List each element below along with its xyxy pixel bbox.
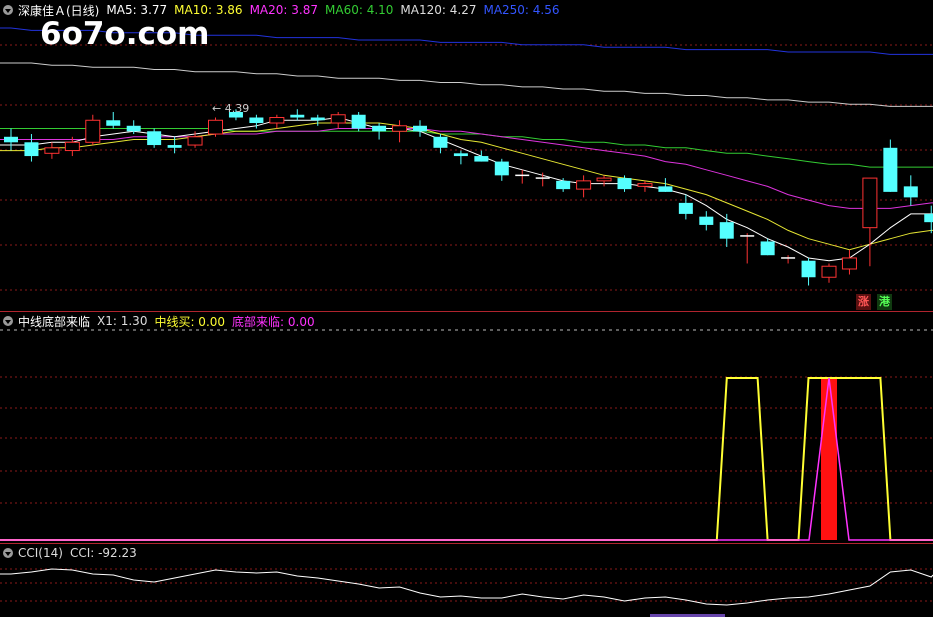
candle-down [678, 202, 693, 214]
candle-up [330, 114, 346, 124]
buy-label: 中线买: 0.00 [154, 314, 226, 329]
ma60-label: MA60: 4.10 [325, 3, 394, 17]
candle-up [862, 177, 878, 229]
collapse-arrow-icon[interactable] [3, 548, 13, 558]
ma250-label: MA250: 4.56 [483, 3, 560, 17]
candle-down [106, 120, 121, 126]
line-ma5 [0, 116, 933, 262]
candle-down [903, 186, 918, 198]
candle-down [433, 136, 448, 148]
candle-up [576, 180, 592, 190]
candle-down [372, 125, 387, 132]
hk-badge[interactable]: 港 [877, 294, 892, 310]
candle-down [126, 125, 141, 132]
candle-up [596, 177, 612, 182]
candle-down [760, 241, 775, 256]
candle-down [801, 260, 816, 278]
candle-down [167, 145, 182, 148]
candle-down [413, 125, 427, 132]
x1-label: X1: 1.30 [97, 314, 148, 328]
watermark-logo: 6o7o.com [40, 16, 210, 52]
candle-down [249, 117, 264, 124]
candle-down [24, 142, 39, 157]
candle-down [147, 131, 162, 146]
candle-up [44, 147, 60, 154]
bottom-label: 底部来临: 0.00 [232, 314, 315, 329]
candle-down [290, 114, 305, 118]
candle-down [556, 180, 571, 190]
bottom-signal-bar [821, 378, 837, 540]
cci-header: CCI(14) CCI: -92.23 [0, 543, 144, 563]
indicator-name[interactable]: 中线底部来临 [18, 313, 90, 330]
kline-pane[interactable]: 深康佳Ａ(日线) MA5: 3.77 MA10: 3.86 MA20: 3.87… [0, 0, 933, 311]
candle-down [310, 117, 325, 121]
candle-down [453, 153, 468, 157]
candle-down [719, 222, 734, 239]
cci-name[interactable]: CCI(14) [18, 546, 63, 560]
cci-value: CCI: -92.23 [69, 546, 137, 560]
candle-up [64, 141, 80, 152]
candle-down [351, 114, 366, 129]
collapse-arrow-icon[interactable] [3, 316, 13, 326]
candle-up [821, 265, 837, 278]
ma120-label: MA120: 4.27 [400, 3, 477, 17]
candle-up [841, 257, 857, 270]
high-price-label: ← 4.39 [212, 102, 249, 115]
candle-down [699, 216, 714, 225]
candle-up [85, 119, 101, 143]
line-ma60 [0, 128, 933, 168]
candle-down [617, 178, 632, 190]
candle-up [637, 183, 653, 187]
candle-up [187, 136, 203, 146]
candle-up [208, 119, 223, 135]
bottom-signal-line [0, 377, 933, 541]
rise-badge[interactable]: 涨 [856, 294, 871, 310]
indicator-chart[interactable] [0, 311, 933, 543]
cci-line [0, 568, 933, 606]
ma20-label: MA20: 3.87 [249, 3, 318, 17]
candle-down [924, 213, 933, 223]
collapse-arrow-icon[interactable] [3, 5, 13, 15]
cci-pane[interactable]: CCI(14) CCI: -92.23 [0, 543, 933, 617]
line-ma10 [0, 122, 933, 251]
buy-signal-line [0, 377, 933, 541]
line-ma120 [0, 62, 933, 107]
ma10-label: MA10: 3.86 [174, 3, 243, 17]
indicator-pane[interactable]: 中线底部来临 X1: 1.30 中线买: 0.00 底部来临: 0.00 [0, 311, 933, 543]
candle-up [392, 125, 408, 132]
candle-down [474, 156, 489, 162]
candle-up [269, 117, 285, 124]
candle-down [658, 186, 673, 192]
candle-down [4, 136, 18, 143]
candle-down [883, 147, 898, 192]
indicator-header: 中线底部来临 X1: 1.30 中线买: 0.00 底部来临: 0.00 [0, 311, 322, 331]
ma5-label: MA5: 3.77 [106, 3, 168, 17]
candle-down [494, 161, 509, 176]
